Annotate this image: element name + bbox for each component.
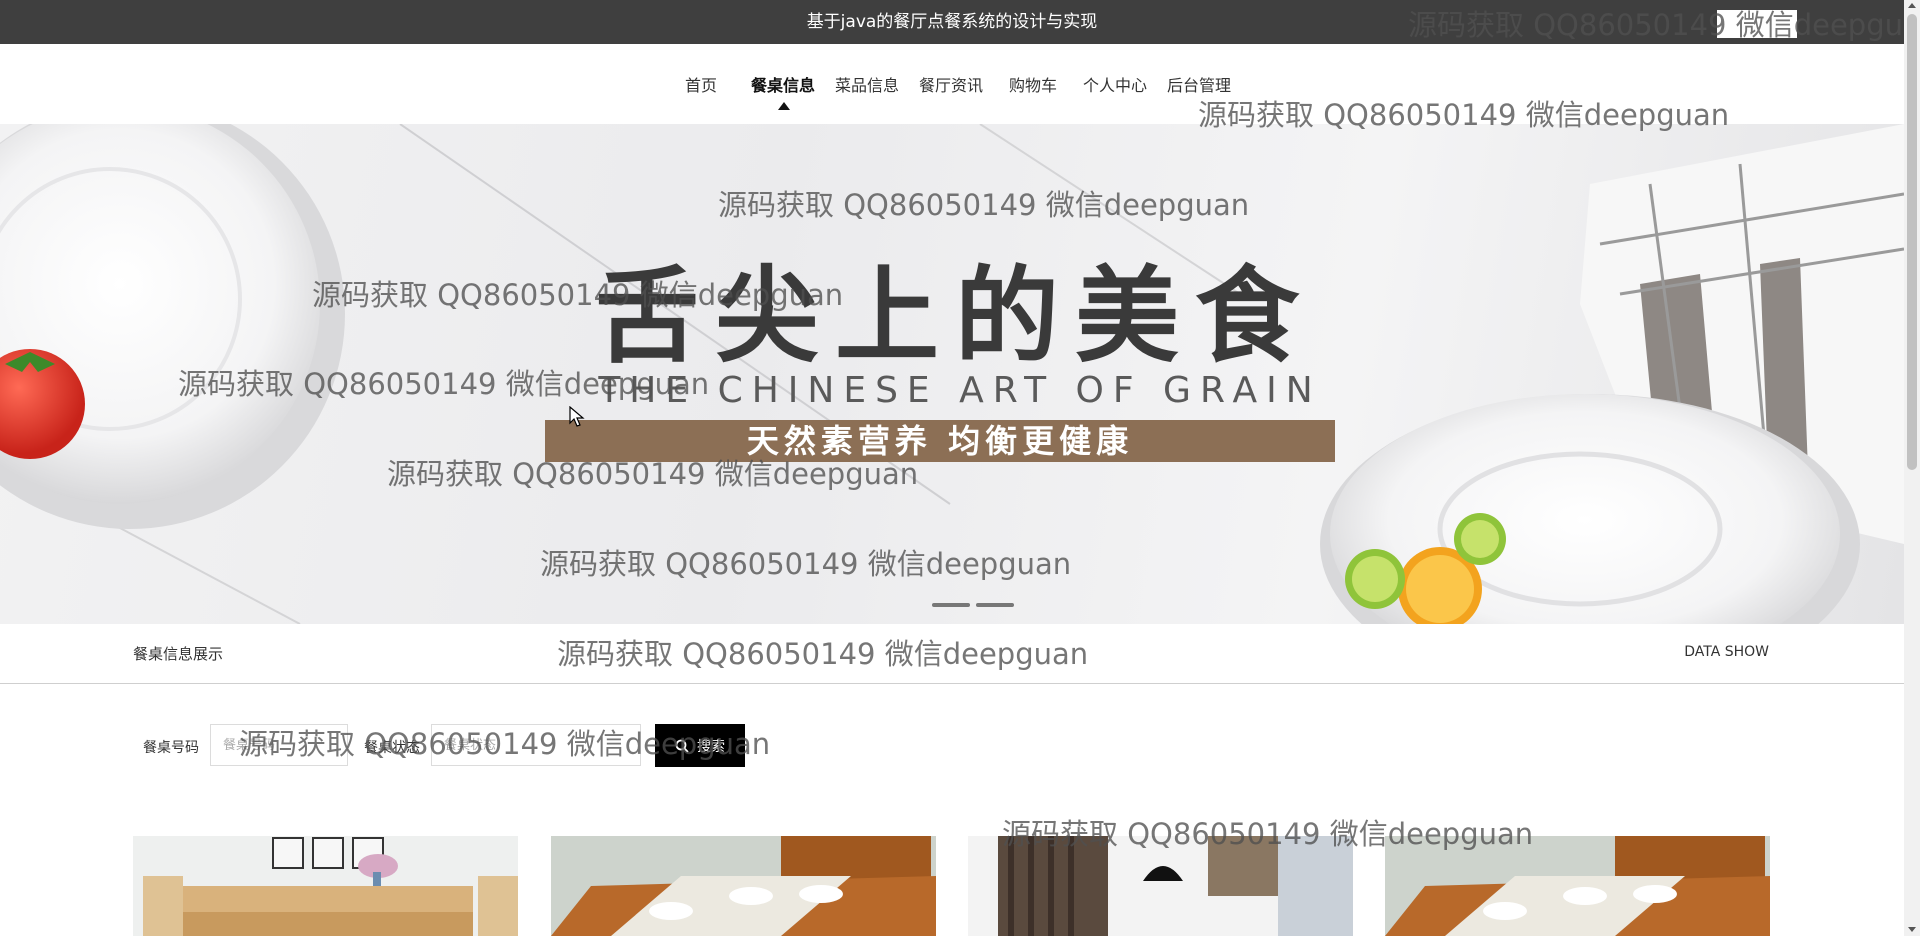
page: 基于java的餐厅点餐系统的设计与实现 首页 餐桌信息 菜品信息 餐厅资讯 购物…	[0, 0, 1920, 936]
mouse-cursor-icon	[569, 406, 585, 427]
banner-subtitle: THE CHINESE ART OF GRAIN	[598, 370, 1322, 411]
scroll-down-arrow-icon[interactable]	[1908, 927, 1916, 932]
table-card-4[interactable]	[1385, 836, 1770, 936]
nav-item-home[interactable]: 首页	[685, 72, 717, 96]
nav-item-cart[interactable]: 购物车	[1009, 72, 1057, 96]
main-nav: 首页 餐桌信息 菜品信息 餐厅资讯 购物车 个人中心 后台管理	[0, 44, 1904, 124]
dining-table-photo-2	[551, 836, 936, 936]
dining-table-photo-4	[1385, 836, 1770, 936]
dining-table-photo-1	[133, 836, 518, 936]
table-number-input[interactable]	[210, 724, 348, 766]
search-button-label: 搜索	[697, 738, 725, 755]
page-scrollbar[interactable]	[1904, 0, 1920, 936]
table-card-list	[0, 836, 1904, 936]
nav-item-tables[interactable]: 餐桌信息	[751, 72, 815, 96]
banner-title: 舌尖上的美食	[594, 255, 1315, 377]
hero-banner[interactable]: 舌尖上的美食 THE CHINESE ART OF GRAIN 天然素营养 均衡…	[0, 124, 1904, 624]
dining-table-photo-3	[968, 836, 1353, 936]
banner-slogan: 天然素营养 均衡更健康	[746, 422, 1134, 460]
search-icon	[675, 739, 689, 753]
search-bar: 餐桌号码 餐桌状态 搜索	[0, 722, 1904, 770]
section-title-en: DATA SHOW	[1684, 644, 1769, 660]
nav-item-dishes[interactable]: 菜品信息	[835, 72, 899, 96]
top-right-box[interactable]	[1717, 10, 1797, 38]
scrollbar-thumb[interactable]	[1907, 14, 1917, 470]
carousel-dot-1[interactable]	[932, 603, 970, 607]
table-card-3[interactable]	[968, 836, 1353, 936]
search-button[interactable]: 搜索	[655, 724, 745, 767]
top-title-bar: 基于java的餐厅点餐系统的设计与实现	[0, 0, 1904, 44]
carousel-dot-2[interactable]	[976, 603, 1014, 607]
carousel-dots	[932, 592, 1020, 611]
table-card-2[interactable]	[551, 836, 936, 936]
active-nav-caret-icon	[778, 102, 790, 110]
table-status-input[interactable]	[431, 724, 641, 766]
section-header: 餐桌信息展示 DATA SHOW	[0, 624, 1904, 684]
site-title: 基于java的餐厅点餐系统的设计与实现	[806, 12, 1098, 32]
scroll-up-arrow-icon[interactable]	[1908, 3, 1916, 8]
table-number-label: 餐桌号码	[143, 740, 199, 756]
nav-item-news[interactable]: 餐厅资讯	[919, 72, 983, 96]
section-title: 餐桌信息展示	[133, 645, 224, 663]
nav-item-user-center[interactable]: 个人中心	[1083, 72, 1147, 96]
table-card-1[interactable]	[133, 836, 518, 936]
table-status-label: 餐桌状态	[364, 740, 420, 756]
nav-item-admin[interactable]: 后台管理	[1167, 72, 1231, 96]
